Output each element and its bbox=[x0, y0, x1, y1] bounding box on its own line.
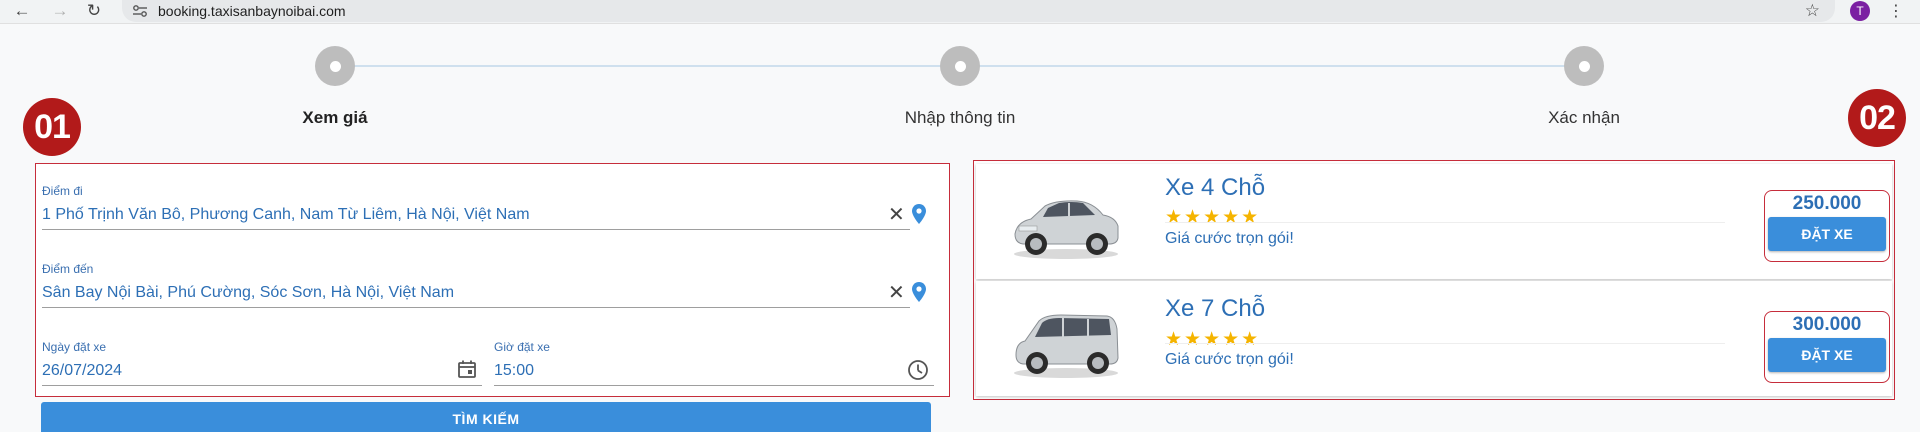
price: 250.000 bbox=[1792, 193, 1862, 214]
price-box: 250.000 ĐẶT XE bbox=[1764, 190, 1890, 262]
back-icon[interactable]: ← bbox=[10, 0, 34, 22]
origin-field[interactable]: Điểm đi 1 Phố Trịnh Văn Bô, Phương Canh,… bbox=[42, 184, 530, 224]
step-label-xem-gia: Xem giá bbox=[302, 108, 368, 127]
browser-toolbar: ← → ↻ booking.taxisanbaynoibai.com ☆ T ⋮ bbox=[0, 0, 1920, 24]
step-3-circle bbox=[1564, 46, 1604, 86]
annotation-badge-01: 01 bbox=[23, 98, 81, 156]
site-info-icon[interactable] bbox=[132, 4, 148, 18]
date-input[interactable]: 26/07/2024 bbox=[42, 362, 122, 380]
origin-label: Điểm đi bbox=[42, 184, 83, 198]
price-box: 300.000 ĐẶT XE bbox=[1764, 311, 1890, 383]
forward-icon[interactable]: → bbox=[48, 0, 72, 22]
origin-location-pin-icon[interactable] bbox=[912, 204, 926, 224]
time-underline bbox=[494, 385, 934, 386]
vehicle-description: Giá cước trọn gói! bbox=[1165, 230, 1294, 247]
vehicle-description: Giá cước trọn gói! bbox=[1165, 351, 1294, 368]
time-field[interactable]: Giờ đặt xe 15:00 bbox=[494, 340, 550, 380]
destination-label: Điểm đến bbox=[42, 262, 94, 276]
date-label: Ngày đặt xe bbox=[42, 340, 107, 354]
sedan-car-image bbox=[1014, 200, 1119, 259]
book-7-seat-button[interactable]: ĐẶT XE bbox=[1768, 338, 1886, 372]
browser-menu-icon[interactable]: ⋮ bbox=[1888, 0, 1904, 22]
origin-underline bbox=[42, 229, 910, 230]
time-input[interactable]: 15:00 bbox=[494, 362, 550, 380]
book-4-seat-button[interactable]: ĐẶT XE bbox=[1768, 217, 1886, 251]
rating-stars: ★★★★★ bbox=[1165, 207, 1261, 228]
destination-input[interactable]: Sân Bay Nội Bài, Phú Cường, Sóc Sơn, Hà … bbox=[42, 284, 454, 302]
vehicle-list: Xe 4 Chỗ ★★★★★ Giá cước trọn gói! 250.00… bbox=[973, 160, 1895, 400]
divider bbox=[1165, 222, 1725, 223]
mpv-car-image bbox=[1014, 314, 1119, 378]
booking-form: Điểm đi 1 Phố Trịnh Văn Bô, Phương Canh,… bbox=[35, 163, 950, 397]
step-1-circle bbox=[315, 46, 355, 86]
bookmark-star-icon[interactable]: ☆ bbox=[1805, 1, 1820, 21]
vehicle-card-4-seat: Xe 4 Chỗ ★★★★★ Giá cước trọn gói! 250.00… bbox=[976, 164, 1892, 279]
vehicle-card-7-seat: Xe 7 Chỗ ★★★★★ Giá cước trọn gói! 300.00… bbox=[976, 281, 1892, 396]
price: 300.000 bbox=[1792, 314, 1862, 335]
rating-stars: ★★★★★ bbox=[1165, 329, 1261, 350]
step-2-circle bbox=[940, 46, 980, 86]
destination-location-pin-icon[interactable] bbox=[912, 282, 926, 302]
vehicle-name: Xe 7 Chỗ bbox=[1165, 295, 1266, 322]
divider bbox=[1165, 343, 1725, 344]
destination-field[interactable]: Điểm đến Sân Bay Nội Bài, Phú Cường, Sóc… bbox=[42, 262, 454, 302]
reload-icon[interactable]: ↻ bbox=[82, 0, 106, 22]
profile-avatar[interactable]: T bbox=[1850, 1, 1870, 21]
destination-clear-icon[interactable]: ✕ bbox=[888, 280, 905, 305]
date-field[interactable]: Ngày đặt xe 26/07/2024 bbox=[42, 340, 122, 380]
search-button[interactable]: TÌM KIẾM bbox=[41, 402, 931, 432]
destination-underline bbox=[42, 307, 910, 308]
date-underline bbox=[42, 385, 482, 386]
step-label-nhap-thong-tin: Nhập thông tin bbox=[904, 108, 1016, 127]
origin-clear-icon[interactable]: ✕ bbox=[888, 202, 905, 227]
step-label-xac-nhan: Xác nhận bbox=[1548, 108, 1620, 127]
time-label: Giờ đặt xe bbox=[494, 340, 550, 354]
calendar-icon[interactable] bbox=[457, 359, 477, 379]
origin-input[interactable]: 1 Phố Trịnh Văn Bô, Phương Canh, Nam Từ … bbox=[42, 206, 530, 224]
annotation-badge-02: 02 bbox=[1848, 89, 1906, 147]
address-bar[interactable]: booking.taxisanbaynoibai.com ☆ bbox=[122, 0, 1835, 22]
vehicle-name: Xe 4 Chỗ bbox=[1165, 174, 1266, 201]
url-text[interactable]: booking.taxisanbaynoibai.com bbox=[158, 3, 346, 19]
clock-icon[interactable] bbox=[907, 359, 929, 381]
